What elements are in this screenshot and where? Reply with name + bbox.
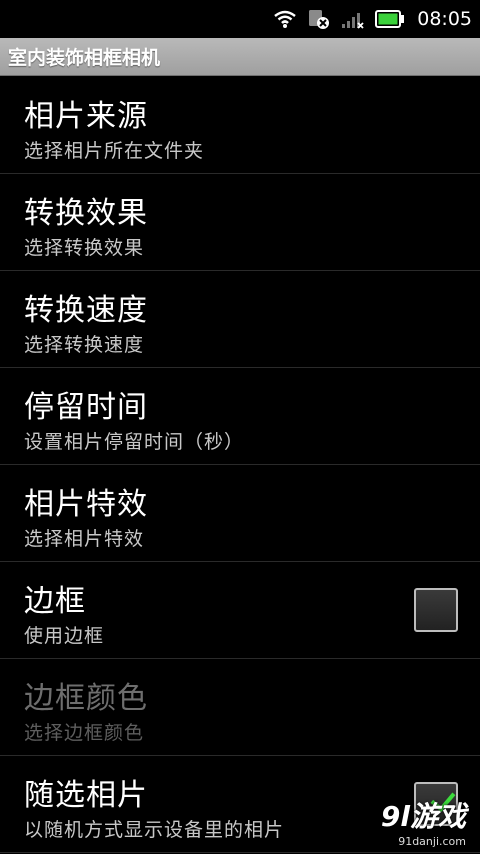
status-bar: 08:05 — [0, 0, 480, 38]
pref-title: 随选相片 — [24, 778, 148, 813]
pref-frame[interactable]: 边框 使用边框 — [0, 562, 480, 659]
pref-summary: 选择相片特效 — [24, 528, 145, 550]
watermark-url: 91danji.com — [398, 835, 466, 848]
title-bar: 室内装饰相框相机 — [0, 38, 480, 76]
pref-title: 边框 — [24, 584, 86, 619]
pref-title: 转换速度 — [24, 293, 148, 328]
watermark-logo: 9l游戏 — [380, 800, 466, 833]
watermark: 9l游戏 91danji.com — [381, 795, 466, 848]
pref-transition-speed[interactable]: 转换速度 选择转换速度 — [0, 271, 480, 368]
app-title: 室内装饰相框相机 — [8, 47, 161, 69]
pref-title: 相片来源 — [24, 99, 148, 134]
pref-title: 转换效果 — [24, 196, 148, 231]
pref-summary: 设置相片停留时间（秒） — [24, 431, 245, 453]
pref-photo-effect[interactable]: 相片特效 选择相片特效 — [0, 465, 480, 562]
no-sim-icon — [307, 8, 331, 30]
wifi-icon — [273, 9, 297, 29]
signal-icon — [341, 9, 365, 29]
battery-icon — [375, 10, 405, 28]
pref-frame-color: 边框颜色 选择边框颜色 — [0, 659, 480, 756]
pref-summary: 选择相片所在文件夹 — [24, 140, 205, 162]
pref-photo-source[interactable]: 相片来源 选择相片所在文件夹 — [0, 77, 480, 174]
pref-transition-effect[interactable]: 转换效果 选择转换效果 — [0, 174, 480, 271]
pref-summary: 以随机方式显示设备里的相片 — [24, 819, 285, 841]
pref-title: 相片特效 — [24, 487, 148, 522]
pref-summary: 选择边框颜色 — [24, 722, 145, 744]
pref-summary: 选择转换速度 — [24, 334, 145, 356]
pref-summary: 选择转换效果 — [24, 237, 145, 259]
preference-list: 相片来源 选择相片所在文件夹 转换效果 选择转换效果 转换速度 选择转换速度 停… — [0, 77, 480, 853]
frame-checkbox[interactable] — [414, 588, 458, 632]
pref-display-time[interactable]: 停留时间 设置相片停留时间（秒） — [0, 368, 480, 465]
pref-summary: 使用边框 — [24, 625, 105, 647]
pref-title: 边框颜色 — [24, 681, 148, 716]
status-time: 08:05 — [417, 8, 472, 30]
pref-title: 停留时间 — [24, 390, 148, 425]
